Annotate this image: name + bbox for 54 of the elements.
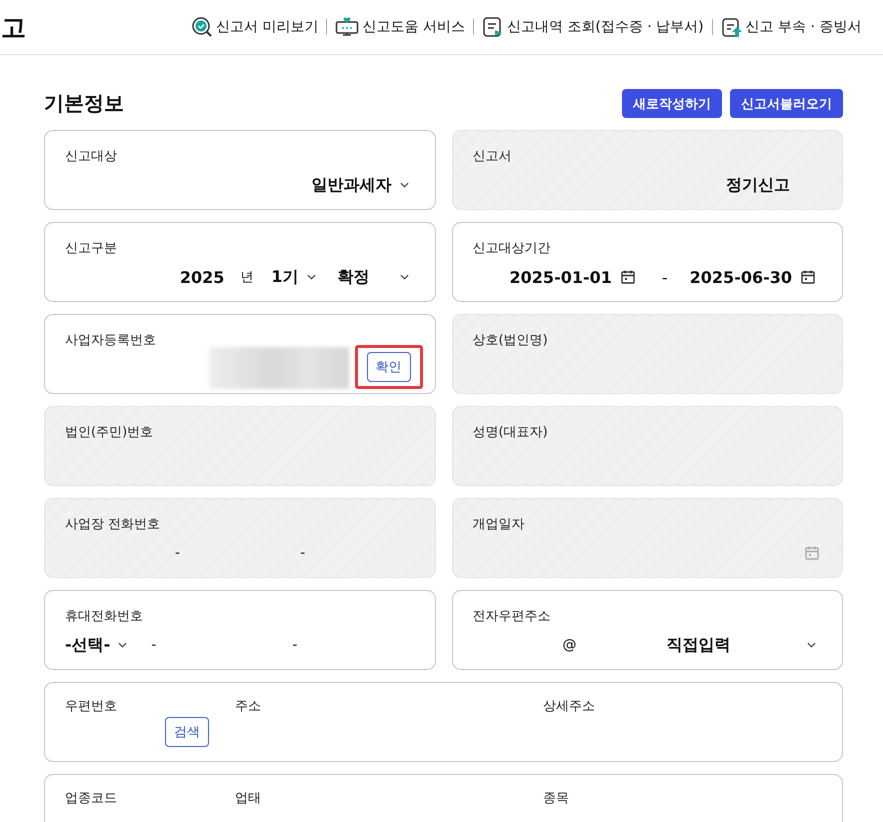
range-separator: - xyxy=(662,268,668,286)
field-label: 신고대상 xyxy=(65,148,117,165)
field-label: 개업일자 xyxy=(472,516,524,533)
chevron-down-icon xyxy=(400,182,408,188)
field-label: 성명(대표자) xyxy=(472,424,548,441)
chevron-down-icon xyxy=(118,642,128,648)
term-select[interactable]: 1기 xyxy=(271,266,298,288)
at-sign: @ xyxy=(562,637,576,653)
field-label: 신고서 xyxy=(472,148,512,165)
field-label: 종목 xyxy=(543,790,569,807)
field-value: 정기신고 xyxy=(726,174,790,196)
field-label: 사업장 전화번호 xyxy=(65,516,160,533)
year-value[interactable]: 2025 xyxy=(180,268,224,286)
field-label: 법인(주민)번호 xyxy=(65,424,154,441)
chevron-down-icon xyxy=(400,274,408,280)
end-date[interactable]: 2025-06-30 xyxy=(690,268,792,286)
field-label: 업태 xyxy=(235,790,261,807)
chevron-down-icon xyxy=(807,642,816,648)
type-select[interactable]: 확정 xyxy=(338,266,370,288)
field-label: 상호(법인명) xyxy=(472,332,548,349)
phone-separator: - xyxy=(151,637,156,653)
nav-link[interactable]: 신고도움 서비스 xyxy=(335,16,465,38)
domain-select[interactable]: 직접입력 xyxy=(666,634,730,656)
field-label: 전자우편주소 xyxy=(472,608,550,625)
field-label: 상세주소 xyxy=(543,698,595,715)
nav-link[interactable]: 신고 부속 · 증빙서 xyxy=(720,16,862,38)
phone-separator: - xyxy=(300,545,306,561)
document-upload-icon xyxy=(720,16,743,38)
field-label: 신고대상기간 xyxy=(472,240,550,257)
calendar-icon[interactable] xyxy=(620,269,636,285)
start-date[interactable]: 2025-01-01 xyxy=(510,268,612,286)
carrier-select[interactable]: -선택- xyxy=(65,634,110,656)
monitor-heart-icon xyxy=(335,16,360,38)
nav-link[interactable]: 신고서 미리보기 xyxy=(191,16,318,38)
field-label: 업종코드 xyxy=(65,790,117,807)
year-unit: 년 xyxy=(240,269,254,286)
field-label: 사업자등록번호 xyxy=(65,332,156,349)
field-label: 신고구분 xyxy=(65,240,117,257)
field-label: 주소 xyxy=(235,698,261,715)
primary-button[interactable]: 새로작성하기 xyxy=(622,89,722,118)
select-value[interactable]: 일반과세자 xyxy=(312,174,392,196)
chevron-down-icon xyxy=(306,274,316,280)
primary-button[interactable]: 신고서불러오기 xyxy=(730,89,843,118)
field-label: 우편번호 xyxy=(65,698,117,715)
section-title: 기본정보 xyxy=(44,90,124,117)
verify-button[interactable]: 확인 xyxy=(366,352,410,382)
calendar-icon[interactable] xyxy=(800,269,816,285)
nav-link[interactable]: 신고내역 조회(접수증 · 납부서) xyxy=(482,16,704,38)
phone-separator: - xyxy=(292,637,298,653)
magnifier-check-icon xyxy=(191,16,213,38)
search-button[interactable]: 검색 xyxy=(165,717,209,747)
field-label: 휴대전화번호 xyxy=(65,608,143,625)
page-title: 고 xyxy=(1,12,26,44)
phone-separator: - xyxy=(175,545,180,561)
